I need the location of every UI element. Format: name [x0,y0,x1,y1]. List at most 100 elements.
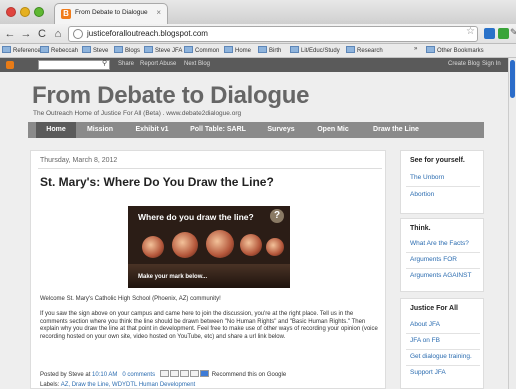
post-welcome: Welcome St. Mary's Catholic High School … [40,296,221,302]
sidebar-divider [406,333,480,334]
post-date: Thursday, March 8, 2012 [40,157,118,164]
tab-open-mic[interactable]: Open Mic [308,122,358,138]
tab-title: From Debate to Dialogue [75,9,148,16]
browser-tab[interactable]: B From Debate to Dialogue × [54,3,168,24]
tab-draw-the-line[interactable]: Draw the Line [364,122,428,138]
tab-surveys[interactable]: Surveys [260,122,302,138]
tab-poll-table-sarl[interactable]: Poll Table: SARL [182,122,254,138]
bookmark-common[interactable]: Common [184,46,219,54]
folder-icon [114,46,123,53]
bookmark-steve-jfa[interactable]: Steve JFA [144,46,182,54]
folder-icon [290,46,299,53]
sidebar-divider [406,365,480,366]
google-plus-one-icon[interactable] [200,370,210,377]
wrench-menu-icon[interactable]: ✎ [510,27,516,38]
sidebar-divider [406,349,480,350]
forward-arrow-icon[interactable]: → [20,27,32,41]
bookmarks-overflow-icon[interactable]: » [414,46,417,52]
bookmark-birth[interactable]: Birth [258,46,281,54]
labels-links[interactable]: AZ, Draw the Line, WDYDTL Human Developm… [61,382,196,388]
globe-icon [73,29,83,39]
bookmark-star-icon[interactable]: ☆ [466,26,475,37]
post-body: If you saw the sign above on your campus… [40,311,378,340]
browser-toolbar: ← → C ⌂ justiceforalloutreach.blogspot.c… [0,24,516,44]
extension-icon[interactable] [498,28,509,39]
sidebar-link-dialogue-training[interactable]: Get dialogue training. [410,353,472,360]
sidebar-divider [406,268,480,269]
sidebar-link-abortion[interactable]: Abortion [410,191,434,198]
blogger-favicon-icon: B [61,9,71,19]
tab-exhibit-v1[interactable]: Exhibit v1 [126,122,178,138]
sidebar-link-arguments-for[interactable]: Arguments FOR [410,256,457,263]
blog-nav-tabs: Home Mission Exhibit v1 Poll Table: SARL… [28,122,484,138]
sidebar-divider [406,252,480,253]
bookmark-rebeccah[interactable]: Rebeccah [40,46,78,54]
close-window-button[interactable] [6,7,16,17]
tab-bar: B From Debate to Dialogue × [0,0,516,24]
embryo-image [172,232,198,258]
twitter-share-icon[interactable] [180,370,190,377]
post-divider [38,168,382,169]
labels-prefix: Labels: [40,382,60,388]
bookmark-blogs[interactable]: Blogs [114,46,140,54]
sidebar-heading: Think. [410,225,431,232]
facebook-share-icon[interactable] [190,370,200,377]
share-link[interactable]: Share [118,61,134,67]
post-title[interactable]: St. Mary's: Where Do You Draw the Line? [40,175,274,189]
bookmark-home[interactable]: Home [224,46,251,54]
image-caption: Make your mark below... [138,274,208,280]
folder-icon [258,46,267,53]
minimize-window-button[interactable] [20,7,30,17]
folder-icon [426,46,435,53]
email-share-icon[interactable] [160,370,170,377]
tab-mission[interactable]: Mission [80,122,120,138]
scrollbar-thumb[interactable] [510,60,515,98]
embryo-image [240,234,262,256]
post-footer: Posted by Steve at 10:10 AM 0 comments R… [40,370,286,378]
sidebar-link-arguments-against[interactable]: Arguments AGAINST [410,272,471,279]
address-bar[interactable]: justiceforalloutreach.blogspot.com [68,26,478,42]
bookmark-lit-educ-study[interactable]: Lit/Educ/Study [290,46,340,54]
folder-icon [2,46,11,53]
folder-icon [184,46,193,53]
sign-in-link[interactable]: Sign In [482,61,501,67]
home-icon[interactable]: ⌂ [52,27,64,41]
sidebar-heading: Justice For All [410,305,458,312]
blogger-logo-icon[interactable] [6,61,14,69]
zoom-window-button[interactable] [34,7,44,17]
search-icon[interactable]: ⚲ [102,59,107,67]
tab-home[interactable]: Home [36,122,76,138]
folder-icon [82,46,91,53]
reload-icon[interactable]: C [36,27,48,41]
sidebar-link-facts[interactable]: What Are the Facts? [410,240,469,247]
bookmark-reference[interactable]: Reference [2,46,41,54]
next-blog-link[interactable]: Next Blog [184,61,210,67]
folder-icon [346,46,355,53]
question-mark-icon: ? [270,209,284,223]
tab-close-icon[interactable]: × [156,8,161,17]
comments-link[interactable]: 0 comments [122,372,155,378]
post-time-link[interactable]: 10:10 AM [92,372,117,378]
post-image[interactable]: Where do you draw the line? ? Make your … [128,206,290,288]
image-headline: Where do you draw the line? [138,212,254,222]
mail-extension-icon[interactable] [484,28,495,39]
sidebar-link-about-jfa[interactable]: About JFA [410,321,440,328]
blog-description: The Outreach Home of Justice For All (Be… [33,110,242,117]
post-labels: Labels: AZ, Draw the Line, WDYDTL Human … [40,382,195,388]
back-arrow-icon[interactable]: ← [4,27,16,41]
folder-icon [40,46,49,53]
other-bookmarks[interactable]: Other Bookmarks [426,46,484,54]
report-abuse-link[interactable]: Report Abuse [140,61,176,67]
address-bar-url: justiceforalloutreach.blogspot.com [87,29,208,38]
blog-title[interactable]: From Debate to Dialogue [32,82,309,110]
create-blog-link[interactable]: Create Blog [448,61,480,67]
bookmark-research[interactable]: Research [346,46,383,54]
bookmark-steve[interactable]: Steve [82,46,108,54]
sidebar-link-the-unborn[interactable]: The Unborn [410,174,444,181]
folder-icon [224,46,233,53]
sidebar-link-support-jfa[interactable]: Support JFA [410,369,446,376]
sidebar-link-jfa-on-fb[interactable]: JFA on FB [410,337,440,344]
blog-search-input[interactable] [38,60,110,70]
blog-this-icon[interactable] [170,370,180,377]
vertical-scrollbar[interactable] [508,58,516,389]
